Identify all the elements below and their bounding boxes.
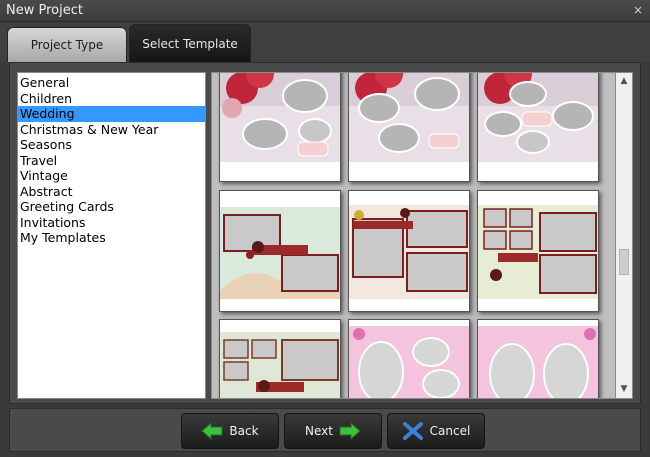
category-item-greeting-cards[interactable]: Greeting Cards [18, 199, 205, 215]
x-icon [402, 421, 424, 441]
category-item-seasons[interactable]: Seasons [18, 137, 205, 153]
arrow-left-icon [201, 421, 223, 441]
category-item-christmas[interactable]: Christmas & New Year [18, 122, 205, 138]
next-button[interactable]: Next [284, 413, 382, 449]
template-thumbnail[interactable] [477, 190, 599, 312]
scroll-up-icon[interactable]: ▲ [616, 73, 632, 90]
template-thumbnail[interactable] [219, 319, 341, 398]
template-thumbnail[interactable] [348, 190, 470, 312]
window-title: New Project [6, 3, 83, 18]
tab-select-template[interactable]: Select Template [129, 24, 251, 62]
template-gallery [211, 72, 616, 399]
template-thumbnail[interactable] [219, 73, 341, 182]
close-icon[interactable]: × [632, 3, 644, 17]
back-button[interactable]: Back [181, 413, 279, 449]
category-item-wedding[interactable]: Wedding [18, 106, 205, 122]
scroll-down-icon[interactable]: ▼ [616, 381, 632, 398]
cancel-button[interactable]: Cancel [387, 413, 485, 449]
next-label: Next [305, 424, 333, 438]
category-item-general[interactable]: General [18, 75, 205, 91]
arrow-right-icon [339, 421, 361, 441]
template-thumbnail[interactable] [219, 190, 341, 312]
category-item-vintage[interactable]: Vintage [18, 168, 205, 184]
template-thumbnail[interactable] [477, 319, 599, 398]
category-list[interactable]: General Children Wedding Christmas & New… [17, 72, 206, 399]
category-item-children[interactable]: Children [18, 91, 205, 107]
back-label: Back [229, 424, 259, 438]
category-item-my-templates[interactable]: My Templates [18, 230, 205, 246]
category-item-travel[interactable]: Travel [18, 153, 205, 169]
template-thumbnail[interactable] [348, 73, 470, 182]
title-bar: New Project × [0, 0, 650, 22]
gallery-scrollbar[interactable]: ▲ ▼ [616, 72, 633, 399]
tab-strip: Project Type Select Template [0, 22, 650, 62]
category-item-invitations[interactable]: Invitations [18, 215, 205, 231]
category-item-abstract[interactable]: Abstract [18, 184, 205, 200]
tab-project-type[interactable]: Project Type [7, 27, 127, 62]
scrollbar-thumb[interactable] [619, 249, 629, 275]
template-thumbnail[interactable] [477, 73, 599, 182]
template-thumbnail[interactable] [348, 319, 470, 398]
cancel-label: Cancel [429, 424, 471, 438]
